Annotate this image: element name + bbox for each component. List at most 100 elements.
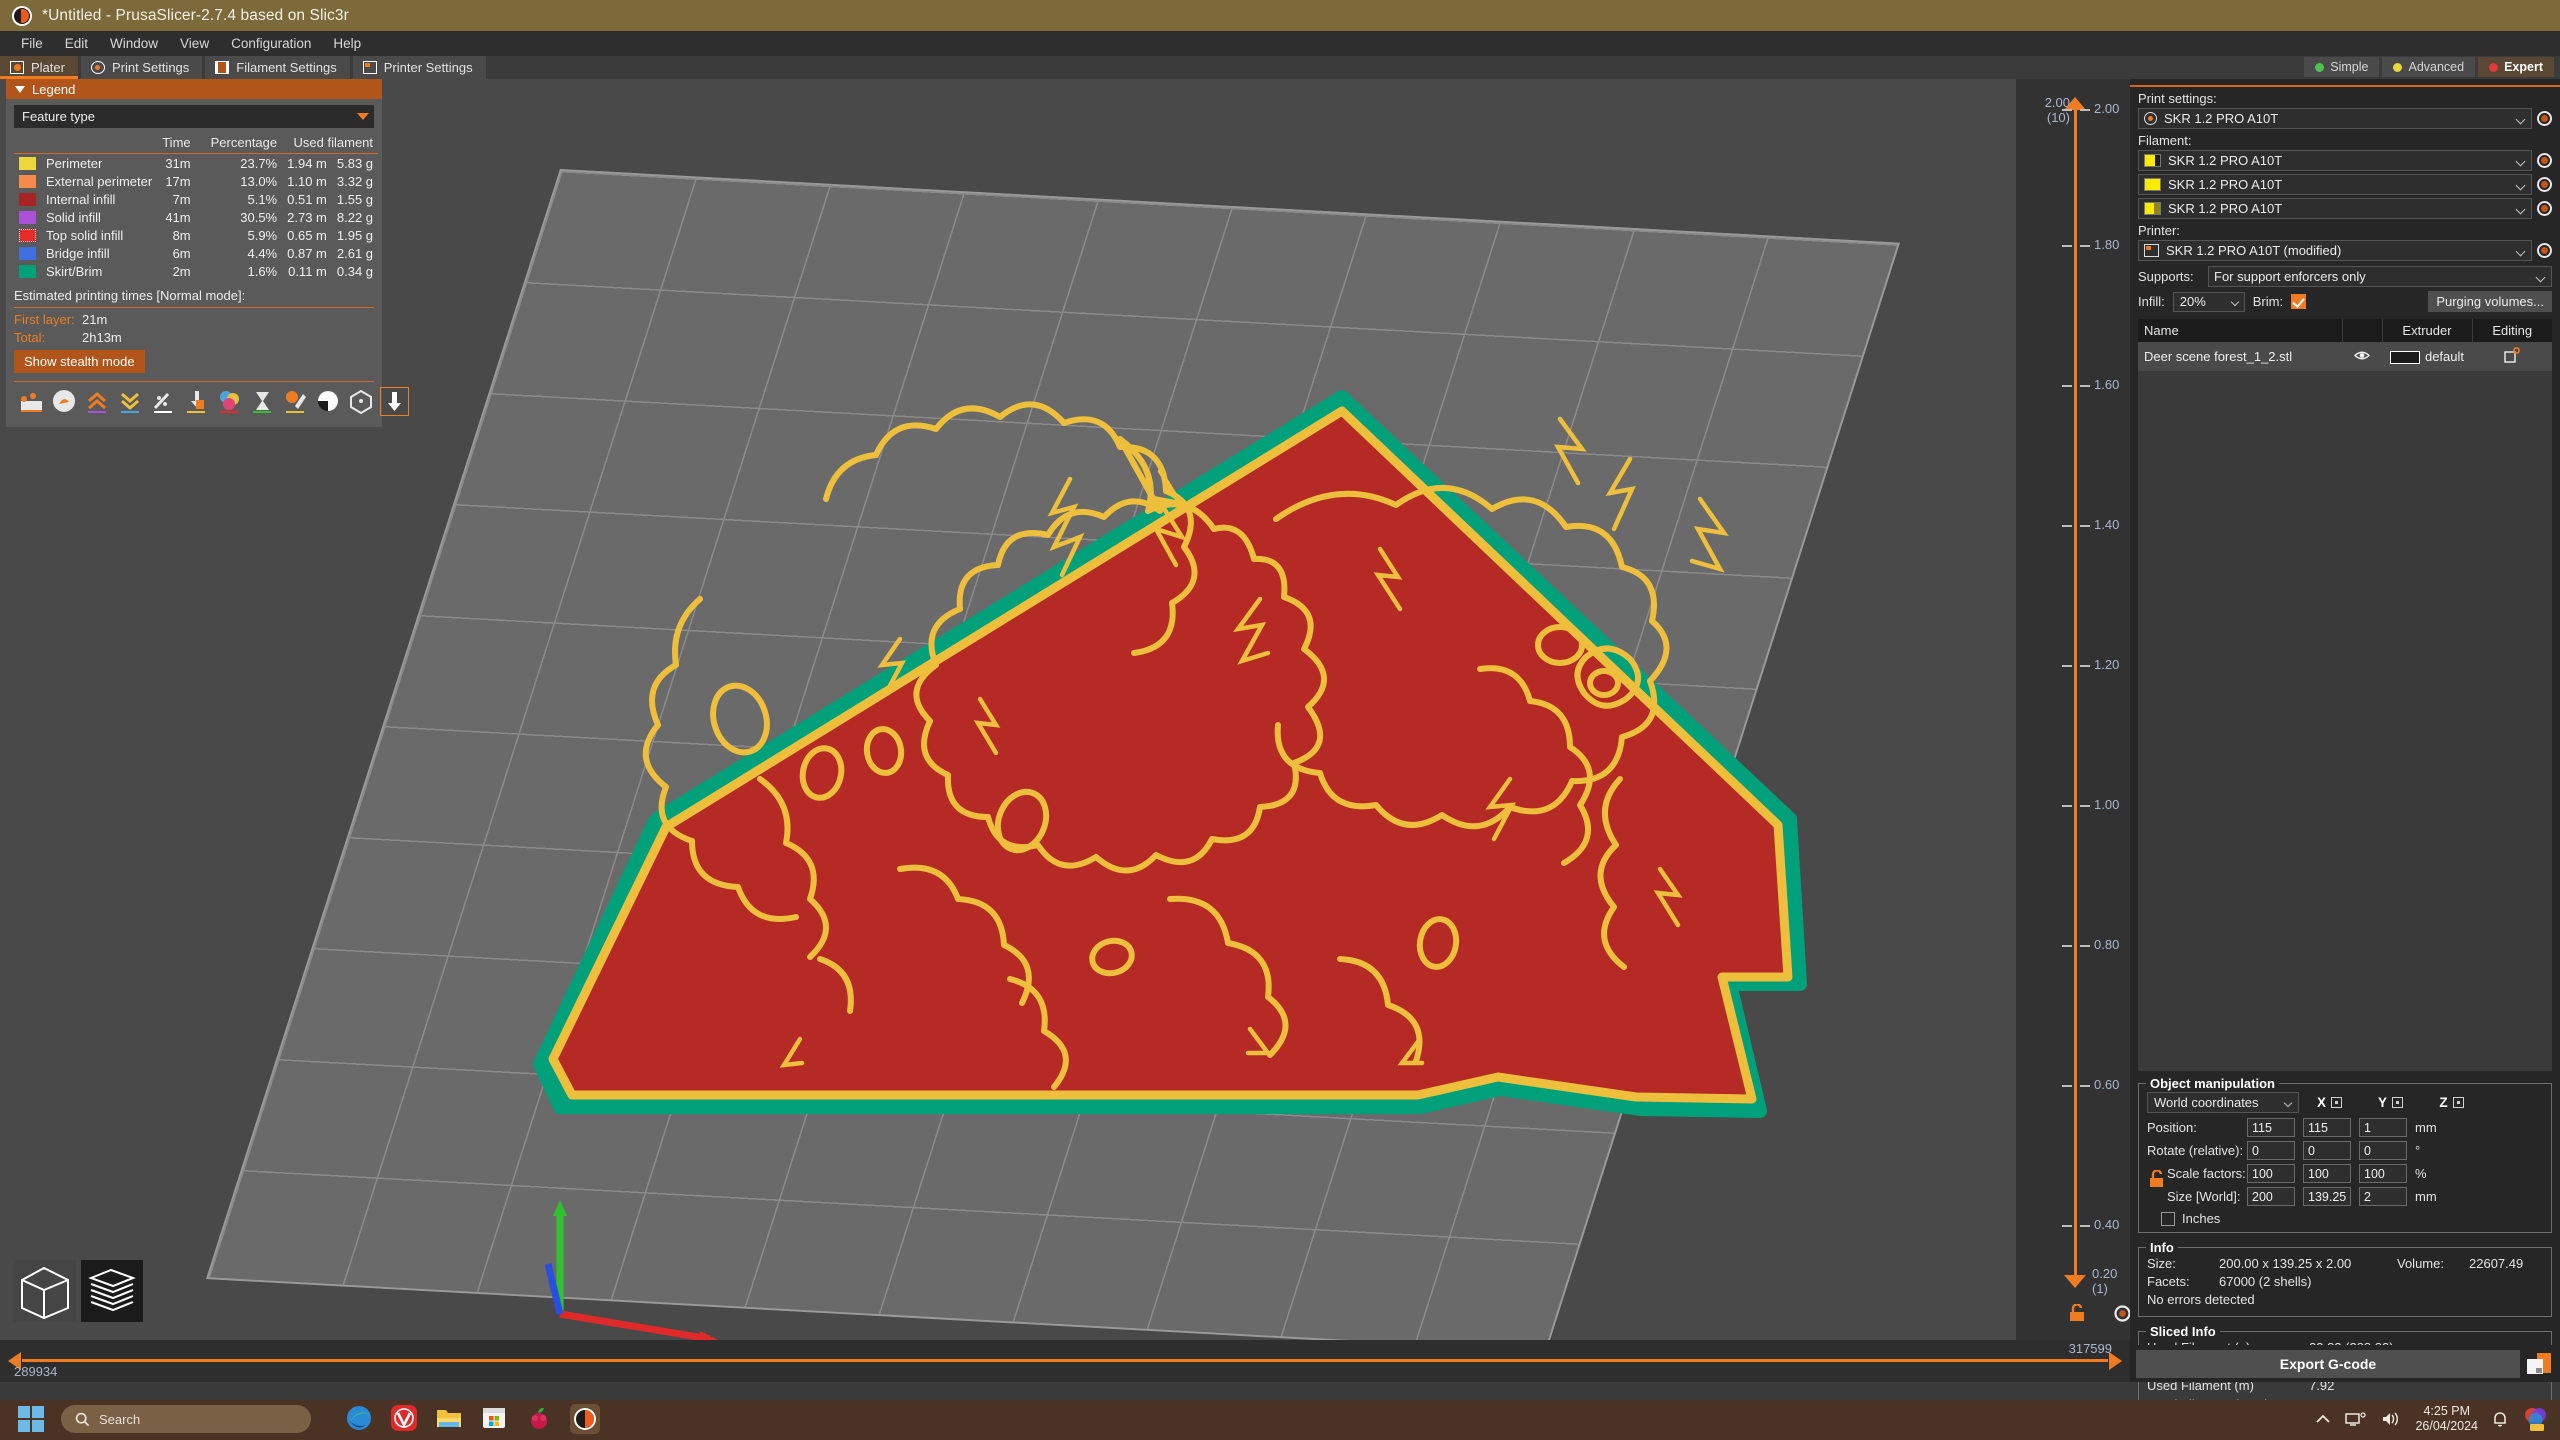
custom-gcode-icon[interactable] [282,388,309,415]
office-pre-icon[interactable] [2522,1406,2550,1432]
table-row[interactable]: Skirt/Brim 2m 1.6% 0.11 m 0.34 g [14,262,378,280]
table-row[interactable]: External perimeter 17m 13.0% 1.10 m 3.32… [14,172,378,190]
export-gcode-button[interactable]: Export G-code [2136,1350,2520,1378]
mode-expert[interactable]: Expert [2478,57,2554,77]
network-icon[interactable] [2345,1411,2367,1427]
moves-slider-horizontal[interactable]: 289934 317599 [0,1340,2130,1382]
rotate-z-input[interactable]: 0 [2359,1141,2407,1160]
wipe-icon[interactable] [150,388,177,415]
3d-editor-view-icon[interactable] [14,1260,76,1322]
table-row[interactable]: Top solid infill 8m 5.9% 0.65 m 1.95 g [14,226,378,244]
windows-start-icon[interactable] [18,1406,44,1432]
size-y-input[interactable]: 139.25 [2303,1187,2351,1206]
size-x-input[interactable]: 200 [2247,1187,2295,1206]
table-row[interactable]: Deer scene forest_1_2.stl default [2138,342,2552,371]
position-y-input[interactable]: 115 [2303,1118,2351,1137]
unlock-icon[interactable] [2068,1304,2086,1322]
table-row[interactable]: Internal infill 7m 5.1% 0.51 m 1.55 g [14,190,378,208]
edge-browser-icon[interactable] [345,1404,375,1434]
shells-icon[interactable] [315,388,342,415]
menu-item-view[interactable]: View [169,33,220,54]
edit-filament-1-button[interactable] [2537,153,2552,168]
view-type-dropdown-button[interactable] [352,105,374,128]
tab-filament-settings[interactable]: Filament Settings [205,56,349,79]
volume-icon[interactable] [2381,1411,2401,1427]
table-row[interactable]: Bridge infill 6m 4.4% 0.87 m 2.61 g [14,244,378,262]
scale-x-input[interactable]: 100 [2247,1164,2295,1183]
vivaldi-browser-icon[interactable] [390,1404,420,1434]
position-x-input[interactable]: 115 [2247,1118,2295,1137]
microsoft-store-icon[interactable] [480,1404,510,1434]
color-change-icon[interactable] [216,388,243,415]
unlock-uniform-scale-icon[interactable] [2149,1170,2165,1188]
raspberry-imager-icon[interactable] [525,1404,555,1434]
edit-filament-2-button[interactable] [2537,177,2552,192]
prusaslicer-taskbar-icon[interactable] [570,1404,600,1434]
inches-checkbox[interactable] [2161,1212,2175,1226]
tab-print-settings[interactable]: Print Settings [81,56,202,79]
menu-item-configuration[interactable]: Configuration [220,33,322,54]
layer-slider-track[interactable] [2074,105,2077,1278]
legend-toggle-icon[interactable] [381,388,408,415]
search-input[interactable]: Search [61,1405,311,1433]
show-stealth-mode-button[interactable]: Show stealth mode [14,350,145,373]
tab-plater[interactable]: Plater [0,56,78,79]
brim-checkbox[interactable] [2291,294,2306,309]
coordinate-space-combo[interactable]: World coordinates [2147,1092,2299,1113]
object-editing-cell[interactable] [2472,342,2552,371]
view-type-selector[interactable]: Feature type [14,105,374,128]
export-to-sd-icon[interactable] [2524,1350,2554,1378]
rotate-y-input[interactable]: 0 [2303,1141,2351,1160]
legend-header[interactable]: Legend [6,79,382,99]
layer-slider-vertical[interactable]: 2.00 (10) 2.00 1.80 1.60 1.40 1.20 1.00 … [2016,79,2130,1340]
size-z-input[interactable]: 2 [2359,1187,2407,1206]
travel-icon[interactable] [348,388,375,415]
menu-item-file[interactable]: File [10,33,54,54]
layer-slider-lower-handle[interactable] [2064,1275,2086,1288]
edit-print-settings-button[interactable] [2537,111,2552,126]
print-settings-preset-combo[interactable]: SKR 1.2 PRO A10T [2138,108,2532,129]
table-row[interactable]: Perimeter 31m 23.7% 1.94 m 5.83 g [14,154,378,173]
purging-volumes-button[interactable]: Purging volumes... [2428,291,2552,312]
scale-y-input[interactable]: 100 [2303,1164,2351,1183]
tool-change-icon[interactable] [183,388,210,415]
layers-preview-icon[interactable] [81,1260,143,1322]
printer-preset-combo[interactable]: SKR 1.2 PRO A10T (modified) [2138,240,2532,261]
taskbar-clock[interactable]: 4:25 PM 26/04/2024 [2415,1404,2478,1434]
deretractions-down-icon[interactable] [117,388,144,415]
mode-advanced[interactable]: Advanced [2382,57,2475,77]
table-row[interactable]: Solid infill 41m 30.5% 2.73 m 8.22 g [14,208,378,226]
object-extruder-cell[interactable]: default [2382,342,2472,371]
file-explorer-icon[interactable] [435,1404,465,1434]
supports-combo[interactable]: For support enforcers only [2208,266,2552,287]
edit-filament-3-button[interactable] [2537,201,2552,216]
legend-row-length: 0.11 m [282,262,332,280]
hand-retraction-icon[interactable] [51,388,78,415]
position-z-input[interactable]: 1 [2359,1118,2407,1137]
filament-preset-combo-2[interactable]: SKR 1.2 PRO A10T [2138,174,2532,195]
object-visibility-toggle[interactable] [2342,342,2382,371]
menu-item-edit[interactable]: Edit [54,33,99,54]
legend-col-time: Time [157,134,195,154]
show-hidden-icons-icon[interactable] [2315,1413,2331,1425]
scale-z-input[interactable]: 100 [2359,1164,2407,1183]
filament-preset-combo-1[interactable]: SKR 1.2 PRO A10T [2138,150,2532,171]
infill-combo[interactable]: 20% [2173,292,2245,312]
pause-print-icon[interactable] [249,388,276,415]
filament-preset-combo-3[interactable]: SKR 1.2 PRO A10T [2138,198,2532,219]
tab-printer-settings[interactable]: Printer Settings [353,56,486,79]
edit-printer-button[interactable] [2537,243,2552,258]
retractions-up-icon[interactable] [84,388,111,415]
menu-item-window[interactable]: Window [99,33,169,54]
menu-item-help[interactable]: Help [322,33,372,54]
object-list-empty-area[interactable] [2138,371,2552,1071]
reset-z-icon[interactable] [2453,1097,2464,1108]
cog-icon[interactable] [2114,1305,2131,1322]
notifications-icon[interactable] [2492,1410,2508,1428]
reset-x-icon[interactable] [2331,1097,2342,1108]
mode-simple[interactable]: Simple [2304,57,2379,77]
reset-y-icon[interactable] [2392,1097,2403,1108]
rotate-x-input[interactable]: 0 [2247,1141,2295,1160]
seams-icon[interactable] [18,388,45,415]
moves-slider-track[interactable] [22,1359,2108,1362]
